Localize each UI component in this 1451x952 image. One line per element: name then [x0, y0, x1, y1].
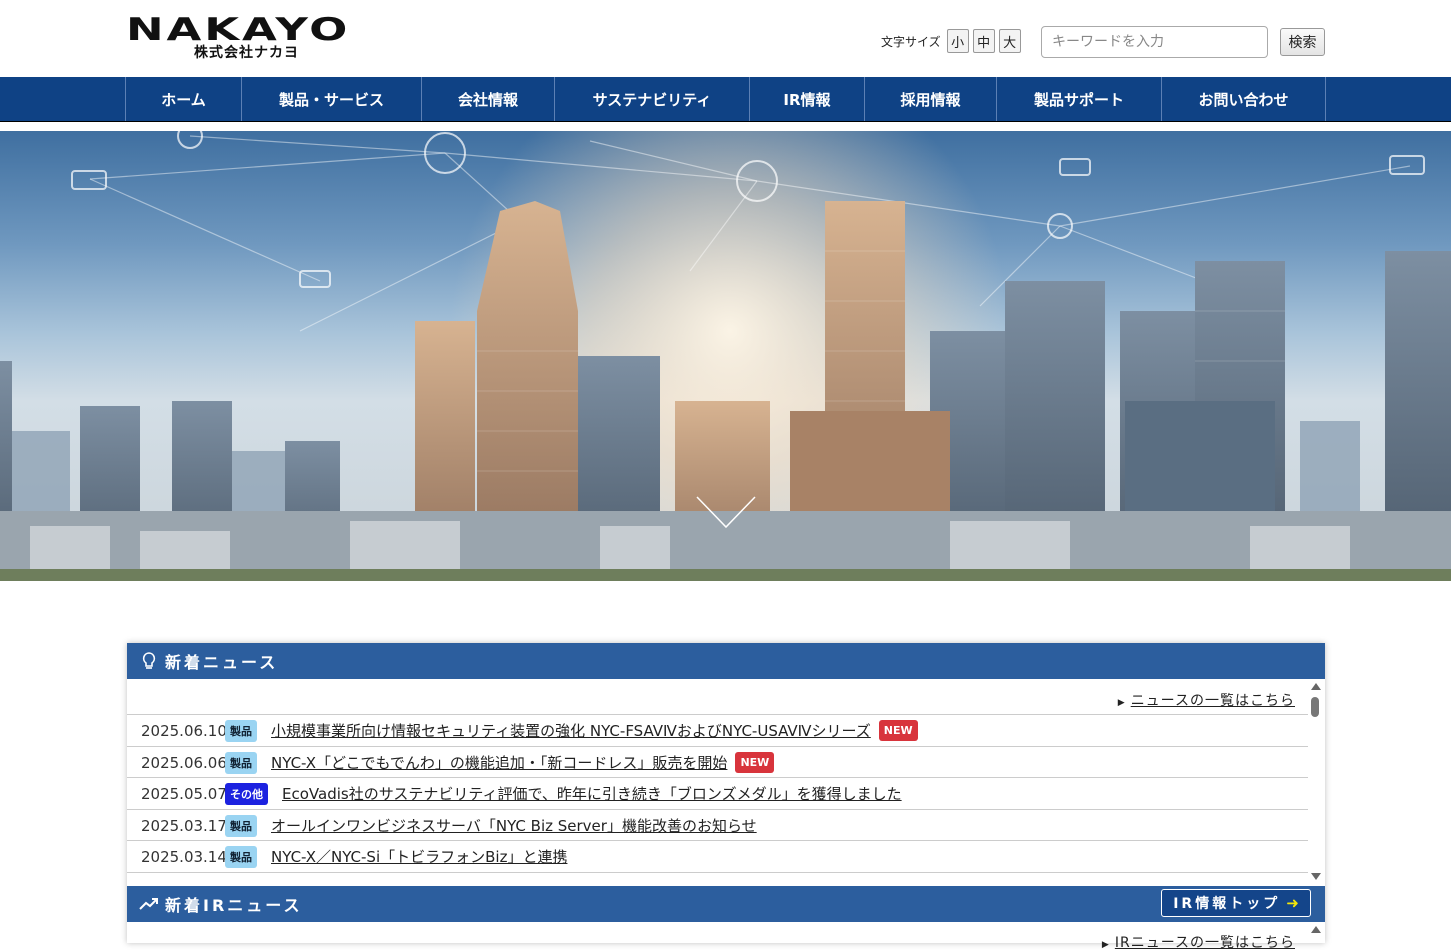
news-title-link[interactable]: NYC-X「どこでもでんわ」の機能追加・「新コードレス」販売を開始: [271, 752, 727, 773]
global-nav-list: ホーム 製品・サービス 会社情報 サステナビリティ IR情報 採用情報 製品サポ…: [125, 77, 1326, 121]
scroll-thumb[interactable]: [1311, 697, 1319, 717]
new-badge: NEW: [878, 720, 918, 741]
news-title-link[interactable]: EcoVadis社のサステナビリティ評価で、昨年に引き続き「ブロンズメダル」を獲…: [282, 783, 902, 804]
news-row-partial: [127, 872, 1308, 883]
ir-news-scrollbar[interactable]: [1309, 926, 1323, 946]
font-size-medium-button[interactable]: 中: [972, 29, 995, 53]
nav-item-company[interactable]: 会社情報: [422, 77, 555, 121]
news-heading-bar: 新着ニュース: [127, 643, 1325, 679]
category-badge: 製品: [225, 814, 257, 837]
arrow-right-icon: ➜: [1286, 894, 1299, 912]
category-badge: その他: [225, 782, 268, 805]
news-date: 2025.03.14: [141, 847, 227, 866]
category-badge: 製品: [225, 751, 257, 774]
nav-item-recruit[interactable]: 採用情報: [865, 77, 997, 121]
search-input[interactable]: [1041, 26, 1268, 58]
news-row: 2025.03.17 製品 オールインワンビジネスサーバ「NYC Biz Ser…: [127, 809, 1308, 841]
ir-news-heading: 新着IRニュース: [165, 896, 303, 915]
nav-item-support[interactable]: 製品サポート: [997, 77, 1162, 121]
font-size-small-button[interactable]: 小: [946, 29, 969, 53]
city-skyline-illustration: [0, 131, 1451, 581]
news-date: 2025.06.10: [141, 721, 227, 740]
news-title-link[interactable]: NYC-X／NYC-Si「トビラフォンBiz」と連携: [271, 846, 567, 867]
news-title-link[interactable]: 小規模事業所向け情報セキュリティ装置の強化 NYC-FSAVⅣおよびNYC-US…: [271, 720, 871, 741]
font-size-label: 文字サイズ: [881, 34, 941, 49]
category-badge: 製品: [225, 845, 257, 868]
font-size-switcher: 文字サイズ 小 中 大: [881, 29, 1021, 53]
news-list-link[interactable]: ニュースの一覧はこちら: [1118, 690, 1295, 710]
news-date: 2025.03.17: [141, 816, 227, 835]
ir-top-button-label: IR情報トップ: [1173, 896, 1281, 912]
news-row: 2025.05.07 その他 EcoVadis社のサステナビリティ評価で、昨年に…: [127, 777, 1308, 809]
ir-top-button[interactable]: IR情報トップ ➜: [1161, 889, 1311, 917]
news-date: 2025.06.06: [141, 753, 227, 772]
logo-subtitle: 株式会社ナカヨ: [194, 45, 299, 61]
news-date: 2025.05.07: [141, 784, 227, 803]
hero-image: [0, 131, 1451, 581]
category-badge: 製品: [225, 719, 257, 742]
news-heading: 新着ニュース: [165, 653, 279, 672]
font-size-large-button[interactable]: 大: [998, 29, 1021, 53]
site-header: NAKAYO 株式会社ナカヨ 文字サイズ 小 中 大 検索: [0, 0, 1451, 77]
news-row: 2025.06.10 製品 小規模事業所向け情報セキュリティ装置の強化 NYC-…: [127, 714, 1308, 746]
nav-item-home[interactable]: ホーム: [126, 77, 242, 121]
global-nav: ホーム 製品・サービス 会社情報 サステナビリティ IR情報 採用情報 製品サポ…: [0, 77, 1451, 122]
ir-news-heading-bar: 新着IRニュース IR情報トップ ➜: [127, 886, 1325, 922]
news-row: 2025.03.14 製品 NYC-X／NYC-Si「トビラフォンBiz」と連携: [127, 840, 1308, 872]
company-logo[interactable]: NAKAYO 株式会社ナカヨ: [126, 15, 376, 62]
trending-up-icon: [139, 894, 159, 914]
ir-news-list-link[interactable]: IRニュースの一覧はこちら: [1102, 932, 1295, 952]
nav-item-products[interactable]: 製品・サービス: [242, 77, 422, 121]
news-row: 2025.06.06 製品 NYC-X「どこでもでんわ」の機能追加・「新コードレ…: [127, 746, 1308, 778]
lightbulb-icon: [139, 651, 159, 671]
news-title-link[interactable]: オールインワンビジネスサーバ「NYC Biz Server」機能改善のお知らせ: [271, 815, 757, 836]
scroll-down-icon[interactable]: [1311, 873, 1321, 880]
nav-item-ir[interactable]: IR情報: [750, 77, 865, 121]
nav-item-contact[interactable]: お問い合わせ: [1162, 77, 1326, 121]
news-scrollbar[interactable]: [1309, 683, 1323, 881]
search-button[interactable]: 検索: [1280, 28, 1325, 56]
logo-wordmark: NAKAYO: [126, 12, 351, 48]
scroll-up-icon[interactable]: [1311, 683, 1321, 690]
new-badge: NEW: [735, 752, 775, 773]
scroll-up-icon[interactable]: [1311, 926, 1321, 933]
news-section: 新着ニュース ニュースの一覧はこちら 2025.06.10 製品 小規模事業所向…: [127, 643, 1325, 951]
nav-item-sustainability[interactable]: サステナビリティ: [555, 77, 750, 121]
